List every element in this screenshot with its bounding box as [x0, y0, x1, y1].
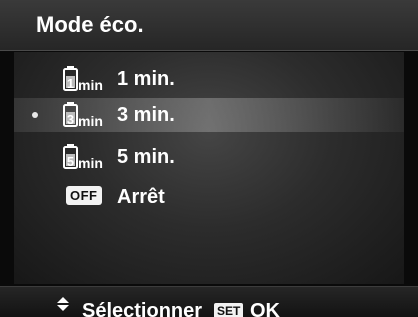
battery-timer-number: 1 [67, 76, 74, 91]
battery-timer-icon: 3 min [63, 102, 103, 129]
battery-timer-unit: min [78, 77, 103, 93]
menu-item-3-min[interactable]: 3 min 3 min. [14, 98, 404, 132]
menu-item-label: 3 min. [117, 104, 175, 126]
menu-item-off[interactable]: OFF Arrêt [14, 180, 404, 214]
battery-timer-icon: 5 min [63, 144, 103, 171]
menu-item-label: 5 min. [117, 146, 175, 168]
menu-footer: Sélectionner SET OK [0, 286, 418, 317]
battery-timer-unit: min [78, 113, 103, 129]
battery-timer-number: 5 [67, 154, 74, 169]
set-button-icon: SET [214, 303, 244, 317]
up-down-arrow-icon [57, 297, 69, 311]
eco-mode-screen: Mode éco. 1 min 1 min. 3 min 3 min. 5 mi… [0, 0, 418, 317]
battery-timer-number: 3 [67, 112, 74, 127]
select-hint-label: Sélectionner [82, 300, 203, 317]
selection-bullet-icon [32, 112, 38, 118]
menu-item-5-min[interactable]: 5 min 5 min. [14, 140, 404, 174]
menu-item-1-min[interactable]: 1 min 1 min. [14, 62, 404, 96]
menu-item-label: Arrêt [117, 186, 165, 208]
menu-header: Mode éco. [0, 0, 418, 51]
menu-item-label: 1 min. [117, 68, 175, 90]
off-icon: OFF [66, 186, 102, 205]
battery-timer-icon: 1 min [63, 66, 103, 93]
ok-hint-label: OK [250, 300, 280, 317]
battery-timer-unit: min [78, 155, 103, 171]
page-title: Mode éco. [36, 12, 144, 37]
eco-mode-menu: 1 min 1 min. 3 min 3 min. 5 min 5 min. O… [14, 52, 404, 284]
